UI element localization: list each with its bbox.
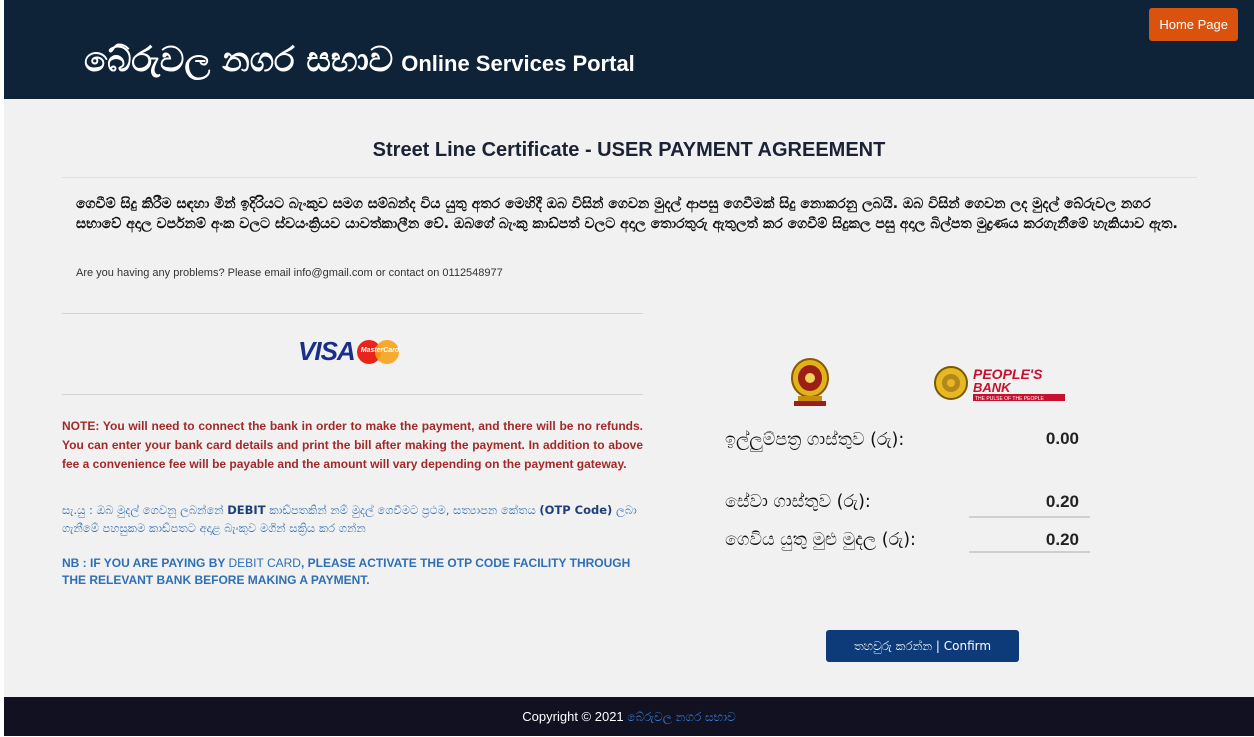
sri-lanka-emblem-icon	[791, 358, 829, 406]
site-brand: බේරුවල නගර සභාව Online Services Portal	[84, 40, 635, 80]
payment-note: NOTE: You will need to connect the bank …	[62, 419, 643, 471]
mastercard-logo: MasterCard	[356, 339, 401, 364]
footer-council-link[interactable]: බේරුවල නගර සභාව	[627, 710, 735, 724]
card-logos: VISA MasterCard	[298, 336, 401, 366]
service-fee-label: සේවා ගාස්තුව (රු):	[725, 492, 871, 512]
title-divider	[62, 177, 1197, 178]
peoples-bank-tagline: THE PULSE OF THE PEOPLE	[975, 396, 1044, 402]
peoples-bank-name-line2: BANK	[973, 380, 1012, 395]
copyright-text: Copyright © 2021	[522, 709, 628, 724]
page-title: Street Line Certificate - USER PAYMENT A…	[372, 139, 886, 161]
application-fee-value: 0.00	[1045, 429, 1079, 448]
service-fee-rule	[969, 516, 1090, 518]
application-fee-label: ඉල්ලුම්පත්‍ර ගාස්තුව (රු):	[725, 430, 905, 450]
total-amount-rule	[969, 551, 1090, 553]
confirm-button[interactable]: තහවුරු කරන්න | Confirm	[826, 630, 1019, 662]
site-footer: Copyright © 2021 බේරුවල නගර සභාව	[4, 697, 1254, 736]
sinhala-note: සැ.යු : ඔබ මුදල් ගෙවනු ලබන්නේ DEBIT කාඩ්…	[62, 503, 637, 535]
visa-logo: VISA	[298, 336, 356, 366]
intro-paragraph: ගෙවීම් සිදු කිරීම සඳහා මින් ඉදිරියට බැංක…	[76, 196, 1178, 232]
brand-sinhala: බේරුවල නගර සභාව	[84, 40, 394, 80]
divider-top	[62, 313, 643, 314]
home-page-button[interactable]: Home Page	[1149, 8, 1238, 41]
peoples-bank-logo: PEOPLE'S BANK THE PULSE OF THE PEOPLE	[934, 366, 1065, 402]
total-amount-value: 0.20	[1045, 530, 1079, 549]
brand-english: Online Services Portal	[401, 51, 635, 76]
service-fee-value: 0.20	[1045, 492, 1079, 511]
site-header: බේරුවල නගර සභාව Online Services Portal Ho…	[4, 0, 1254, 99]
contact-text: Are you having any problems? Please emai…	[76, 267, 503, 279]
payment-agreement-panel: Street Line Certificate - USER PAYMENT A…	[4, 99, 1254, 697]
divider-bottom	[62, 394, 643, 395]
total-amount-label: ගෙවිය යුතු මුළු මුදල (රු):	[725, 530, 916, 550]
nb-note: NB : IF YOU ARE PAYING BY DEBIT CARD, PL…	[62, 556, 631, 587]
